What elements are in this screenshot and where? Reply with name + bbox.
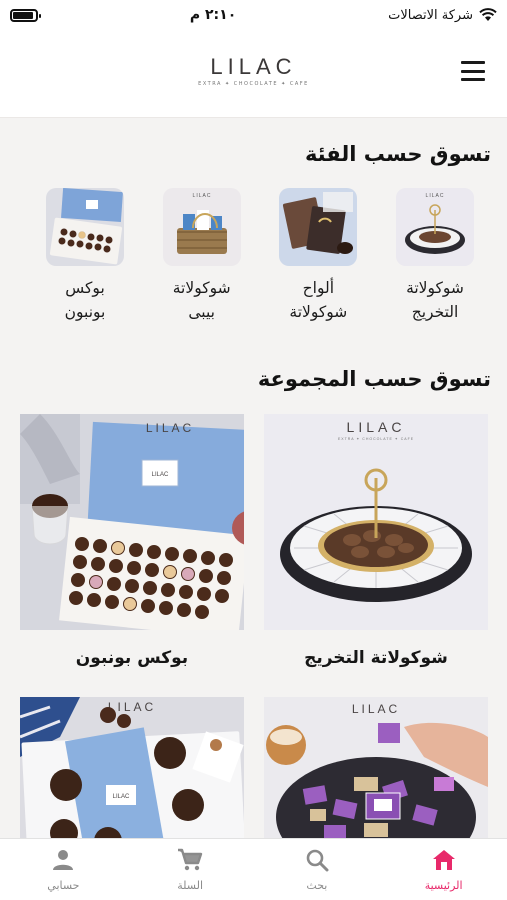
category-image: LILAC xyxy=(162,188,241,266)
category-image xyxy=(279,188,358,266)
logo-text: LILAC xyxy=(210,54,297,79)
tab-account[interactable]: حسابي xyxy=(0,839,127,900)
category-graduation-chocolate[interactable]: LILAC شوكولاتة التخريج xyxy=(390,188,480,324)
category-image xyxy=(46,188,125,266)
svg-text:LILAC: LILAC xyxy=(192,193,211,199)
tab-search[interactable]: بحث xyxy=(254,839,381,900)
search-icon xyxy=(304,847,330,873)
svg-text:LILAC: LILAC xyxy=(352,702,400,716)
category-baby-chocolate[interactable]: LILAC شوكولاتة بيبى xyxy=(157,188,247,324)
category-label: شوكولاتة xyxy=(172,279,231,297)
svg-text:LILAC: LILAC xyxy=(347,419,406,435)
category-list: LILAC شوكولاتة التخريج ألواح شوكولاتة LI… xyxy=(40,188,480,324)
tab-home[interactable]: الرئيسية xyxy=(380,839,507,900)
tab-cart[interactable]: السلة xyxy=(127,839,254,900)
cart-icon xyxy=(177,847,203,873)
collection-image: LILAC LILAC xyxy=(20,414,244,630)
collection-title: بوكس بونبون xyxy=(75,648,189,668)
menu-icon[interactable] xyxy=(461,61,485,81)
category-label: بوكس xyxy=(65,279,105,297)
category-bonbon-box[interactable]: بوكس بونبون xyxy=(40,188,130,324)
status-time: ٢:١٠ م xyxy=(189,7,237,23)
carrier-name: شركة الاتصالات xyxy=(388,7,473,23)
collection-card[interactable]: LILAC EXTRA ✦ CHOCOLATE ✦ CAFE شوكولاتة … xyxy=(264,414,488,668)
category-chocolate-bars[interactable]: ألواح شوكولاتة xyxy=(273,188,363,324)
wifi-icon xyxy=(479,8,497,21)
user-icon xyxy=(50,847,76,873)
category-label: شوكولاتة xyxy=(406,279,464,297)
category-label: بيبى xyxy=(188,303,215,321)
logo-tagline: EXTRA ✦ CHOCOLATE ✦ CAFE xyxy=(198,81,309,87)
status-bar: ٢:١٠ م شركة الاتصالات xyxy=(0,0,507,30)
category-label: بونبون xyxy=(64,303,106,321)
tab-label: بحث xyxy=(306,879,328,892)
collection-image: LILAC EXTRA ✦ CHOCOLATE ✦ CAFE xyxy=(264,414,488,630)
category-label: شوكولاتة xyxy=(289,303,348,321)
collection-title: شوكولاتة التخريج xyxy=(304,648,448,668)
category-image: LILAC xyxy=(396,188,474,266)
categories-heading: تسوق حسب الفئة xyxy=(304,142,491,166)
battery-icon xyxy=(10,8,41,22)
bottom-tab-bar: الرئيسية بحث السلة حسابي xyxy=(0,838,507,900)
svg-text:LILAC: LILAC xyxy=(426,193,445,199)
svg-text:LILAC: LILAC xyxy=(146,421,194,435)
tab-label: حسابي xyxy=(47,879,80,892)
collection-card[interactable]: LILAC LILAC بوكس بونبون xyxy=(20,414,244,668)
category-label: التخريج xyxy=(411,303,459,321)
home-icon xyxy=(431,847,457,873)
svg-text:LILAC: LILAC xyxy=(113,794,130,800)
tab-label: السلة xyxy=(177,879,204,892)
collections-heading: تسوق حسب المجموعة xyxy=(257,367,491,391)
category-label: ألواح xyxy=(302,279,335,297)
svg-text:EXTRA ✦ CHOCOLATE ✦ CAFE: EXTRA ✦ CHOCOLATE ✦ CAFE xyxy=(338,437,414,441)
brand-logo[interactable]: LILAC EXTRA ✦ CHOCOLATE ✦ CAFE xyxy=(198,54,309,87)
svg-text:LILAC: LILAC xyxy=(152,472,169,478)
tab-label: الرئيسية xyxy=(424,879,463,892)
app-header: LILAC EXTRA ✦ CHOCOLATE ✦ CAFE xyxy=(0,30,507,118)
